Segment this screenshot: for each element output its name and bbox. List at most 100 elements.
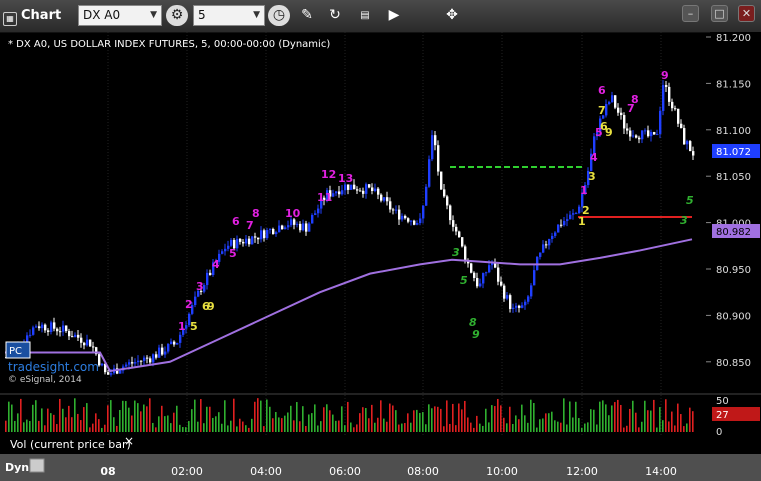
tools-icon[interactable]: ✥ — [441, 5, 463, 26]
candle-body — [89, 339, 92, 347]
candle-body — [194, 296, 197, 306]
volume-bar — [473, 427, 475, 432]
draw-pencil-icon[interactable]: ✎ — [296, 5, 318, 26]
count-label: 1 — [178, 320, 186, 333]
volume-bar — [161, 405, 163, 432]
watermark[interactable]: tradesight.com — [8, 360, 99, 374]
volume-bar — [44, 425, 46, 432]
volume-bar — [497, 398, 499, 432]
minimize-button[interactable]: – — [682, 5, 699, 22]
volume-bar — [287, 412, 289, 432]
candle-body — [644, 130, 647, 132]
volume-bar — [557, 421, 559, 432]
candle-body — [440, 171, 443, 190]
volume-bar — [476, 415, 478, 432]
candle-body — [659, 110, 662, 134]
volume-bar — [527, 422, 529, 432]
candle-body — [290, 219, 293, 226]
volume-bar — [53, 414, 55, 432]
volume-bar — [341, 406, 343, 432]
chevron-down-icon[interactable]: ▼ — [253, 6, 260, 25]
candle-body — [71, 336, 74, 338]
volume-bar — [377, 417, 379, 432]
candle-body — [83, 342, 86, 346]
count-label: 7 — [598, 104, 606, 117]
volume-bar — [311, 413, 313, 432]
candle-body — [254, 236, 257, 238]
candle-body — [680, 123, 683, 129]
candle-body — [473, 272, 476, 278]
volume-bar — [380, 400, 382, 432]
chevron-down-icon[interactable]: ▼ — [150, 6, 157, 25]
volume-close-icon[interactable]: × — [124, 434, 134, 448]
chart-label: Chart — [21, 8, 62, 23]
count-label: 5 — [460, 274, 468, 287]
volume-bar — [578, 418, 580, 432]
volume-bar — [326, 404, 328, 432]
symbol-value: DX A0 — [83, 8, 121, 22]
volume-bar — [332, 414, 334, 432]
volume-bar — [431, 408, 433, 432]
volume-bar — [224, 400, 226, 432]
candle-body — [260, 230, 263, 240]
current-price-value: 81.072 — [716, 147, 751, 158]
candle-body — [518, 305, 521, 308]
interval-input[interactable]: 5 ▼ — [193, 5, 265, 26]
candle-body — [533, 270, 536, 286]
candle-body — [425, 186, 428, 206]
candle-body — [50, 322, 53, 332]
price-chart[interactable]: 123456 78 101112 131687954569769123589353 *… — [0, 32, 761, 481]
volume-bar — [119, 409, 121, 432]
volume-bar — [470, 422, 472, 432]
volume-bar — [257, 398, 259, 432]
volume-bar — [158, 416, 160, 432]
volume-bar — [266, 399, 268, 432]
volume-bar — [8, 401, 10, 432]
maximize-button[interactable]: □ — [711, 5, 728, 22]
quote-box-icon[interactable]: ▤ — [354, 5, 376, 26]
volume-bar — [167, 415, 169, 432]
candle-body — [338, 191, 341, 195]
volume-bar — [650, 410, 652, 432]
count-label: 4 — [590, 151, 598, 164]
clock-icon[interactable]: ◷ — [268, 5, 290, 26]
chart-app-title[interactable]: ▦ Chart — [3, 5, 73, 26]
scroll-lock-icon[interactable] — [29, 458, 45, 473]
candle-body — [428, 159, 431, 187]
volume-bar — [692, 411, 694, 432]
volume-bar — [365, 408, 367, 432]
symbol-input[interactable]: DX A0 ▼ — [78, 5, 162, 26]
volume-bar — [554, 420, 556, 432]
play-icon[interactable]: ▶ — [383, 5, 405, 26]
volume-bar — [635, 412, 637, 432]
candle-body — [482, 273, 485, 284]
candle-body — [143, 357, 146, 361]
volume-bar — [383, 418, 385, 432]
candle-body — [266, 229, 269, 239]
volume-bar — [83, 407, 85, 432]
volume-bar — [122, 400, 124, 432]
volume-bar — [203, 423, 205, 432]
volume-bar — [14, 420, 16, 432]
volume-bar — [515, 415, 517, 432]
candle-body — [635, 135, 638, 138]
chart-grid — [107, 32, 662, 454]
candle-body — [611, 95, 614, 103]
volume-bar — [668, 421, 670, 432]
volume-bar — [659, 407, 661, 432]
volume-bar — [509, 406, 511, 432]
pc-badge[interactable]: PC — [5, 341, 31, 359]
candle-body — [308, 223, 311, 232]
volume-bar — [11, 404, 13, 432]
candle-body — [101, 363, 104, 366]
settings-icon[interactable]: ⚙ — [166, 5, 188, 26]
refresh-icon[interactable]: ↻ — [324, 5, 346, 26]
volume-bar — [686, 423, 688, 432]
volume-bar — [359, 413, 361, 432]
candle-body — [251, 236, 254, 245]
volume-bar — [284, 415, 286, 432]
dyn-label: Dyn — [5, 461, 29, 474]
candle-body — [476, 277, 479, 287]
volume-bar — [323, 407, 325, 432]
close-button[interactable]: ✕ — [738, 5, 755, 22]
